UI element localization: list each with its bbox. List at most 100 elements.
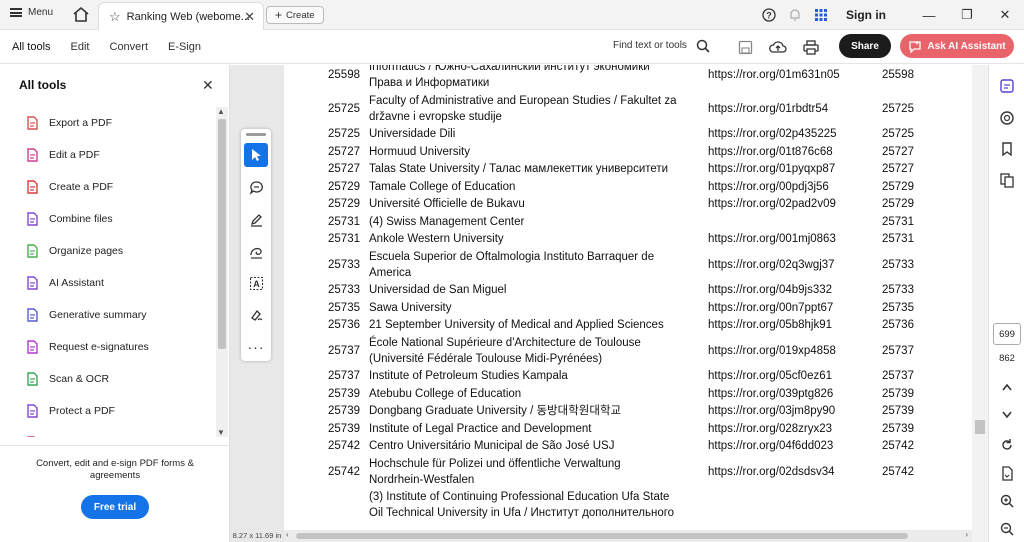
rank-cell: 25739 (328, 422, 360, 435)
bookmark-icon[interactable] (998, 140, 1016, 158)
ror-link-cell[interactable]: https://ror.org/02p435225 (708, 126, 868, 142)
ror-link-cell[interactable]: https://ror.org/01t876c68 (708, 144, 868, 160)
window-close-icon[interactable]: ✕ (986, 0, 1024, 30)
ror-link-cell[interactable]: https://ror.org/01pyqxp87 (708, 161, 868, 177)
sign-in-link[interactable]: Sign in (846, 8, 886, 22)
tool-item[interactable]: AI Assistant (0, 267, 215, 299)
star-icon[interactable]: ☆ (109, 9, 121, 25)
ror-link-cell[interactable]: https://ror.org/02dsdsv34 (708, 464, 868, 480)
comments-icon[interactable] (998, 109, 1016, 127)
zoom-out-icon[interactable] (998, 520, 1016, 538)
tab-convert[interactable]: Convert (110, 41, 149, 53)
ror-link-cell[interactable]: https://ror.org/03jm8py90 (708, 403, 868, 419)
print-icon[interactable] (802, 38, 820, 56)
ror-link-cell[interactable]: https://ror.org/02pad2v09 (708, 196, 868, 212)
help-icon[interactable]: ? (756, 0, 782, 30)
panel-scrollbar[interactable]: ▲ ▼ (216, 107, 228, 437)
ai-summary-icon[interactable] (998, 77, 1016, 95)
scroll-up-icon[interactable]: ▲ (217, 107, 225, 116)
tab-all-tools[interactable]: All tools (12, 41, 51, 53)
institution-cell: Universidad de San Miguel (369, 282, 699, 298)
menu-button[interactable]: Menu (10, 7, 53, 18)
rank-cell: 25729 (328, 198, 360, 210)
save-icon[interactable] (736, 38, 754, 56)
ror-link-cell[interactable]: https://ror.org/00pdj3j56 (708, 179, 868, 195)
vertical-scroll-thumb[interactable] (975, 420, 985, 434)
search-icon[interactable] (696, 39, 710, 53)
title-bar: Menu ☆ Ranking Web (webome... ✕ + Create… (0, 0, 1024, 30)
tool-item[interactable]: Export a PDF (0, 107, 215, 139)
rotate-icon[interactable] (998, 436, 1016, 454)
ror-link-cell[interactable]: https://ror.org/05cf0ez61 (708, 368, 868, 384)
scroll-right-icon[interactable]: › (965, 530, 968, 539)
tool-item[interactable]: Generative summary (0, 299, 215, 331)
tool-item[interactable]: Create a PDF (0, 171, 215, 203)
vertical-scrollbar[interactable] (972, 65, 988, 542)
scroll-left-icon[interactable]: ‹ (286, 530, 289, 539)
text-tool-button[interactable]: A (244, 271, 268, 295)
institution-name-line: École National Supérieure d'Architecture… (369, 336, 641, 349)
ror-link-cell[interactable]: https://ror.org/019xp4858 (708, 343, 868, 359)
find-text-label[interactable]: Find text or tools (613, 40, 687, 51)
apps-grid-icon[interactable] (808, 0, 834, 30)
toolbar-drag-handle[interactable] (246, 133, 266, 136)
highlight-tool-button[interactable] (244, 207, 268, 231)
horizontal-scroll-thumb[interactable] (296, 533, 908, 539)
tool-item[interactable]: Scan & OCR (0, 363, 215, 395)
stamp-tool-button[interactable] (244, 303, 268, 327)
tool-item[interactable]: Organize pages (0, 235, 215, 267)
ror-link-cell[interactable]: https://ror.org/04f6dd023 (708, 438, 868, 454)
restore-icon[interactable]: ❐ (948, 0, 986, 30)
tab-edit[interactable]: Edit (71, 41, 90, 53)
ai-assistant-label: Ask AI Assistant (927, 40, 1006, 52)
ror-link-cell[interactable]: https://ror.org/01rbdtr54 (708, 101, 868, 117)
ror-link-cell[interactable]: https://ror.org/028zryx23 (708, 421, 868, 437)
tool-item[interactable]: Protect a PDF (0, 395, 215, 427)
pages-thumbnails-icon[interactable] (998, 171, 1016, 189)
ask-ai-assistant-button[interactable]: Ask AI Assistant (900, 34, 1014, 58)
cloud-upload-icon[interactable] (769, 38, 787, 56)
notification-bell-icon[interactable] (782, 0, 808, 30)
document-tab[interactable]: ☆ Ranking Web (webome... ✕ (98, 2, 264, 30)
panel-scroll-thumb[interactable] (218, 119, 226, 349)
home-icon[interactable] (72, 6, 90, 24)
draw-tool-button[interactable] (244, 239, 268, 263)
tool-item[interactable]: Combine files (0, 203, 215, 235)
horizontal-scrollbar[interactable]: ‹ › (284, 530, 972, 542)
institution-name-line: Oil Technical University in Ufa / Инстит… (369, 507, 675, 519)
request-esign-icon (27, 340, 38, 354)
tool-item[interactable]: Request e-signatures (0, 331, 215, 363)
minimize-icon[interactable]: — (910, 0, 948, 30)
create-button[interactable]: + Create (266, 6, 324, 24)
fit-page-icon[interactable] (998, 464, 1016, 482)
tab-esign[interactable]: E-Sign (168, 41, 201, 53)
scroll-down-icon[interactable]: ▼ (217, 428, 225, 437)
select-tool-button[interactable] (244, 143, 268, 167)
share-button[interactable]: Share (839, 34, 891, 58)
next-page-icon[interactable] (998, 406, 1016, 424)
panel-close-icon[interactable]: ✕ (202, 77, 214, 94)
tool-item[interactable]: Edit a PDF (0, 139, 215, 171)
ror-link-cell[interactable]: https://ror.org/00n7ppt67 (708, 300, 868, 316)
zoom-in-icon[interactable] (998, 492, 1016, 510)
ror-link-cell[interactable]: https://ror.org/05b8hjk91 (708, 317, 868, 333)
previous-page-icon[interactable] (998, 378, 1016, 396)
ai-assistant-icon (909, 40, 922, 53)
svg-text:A: A (253, 279, 260, 289)
ror-link-cell[interactable]: https://ror.org/01m631n05 (708, 67, 868, 83)
ror-link-cell[interactable]: https://ror.org/039ptg826 (708, 386, 868, 402)
tab-close-icon[interactable]: ✕ (244, 9, 255, 25)
comment-tool-button[interactable] (244, 175, 268, 199)
rank-cell: 25737 (328, 344, 360, 357)
free-trial-button[interactable]: Free trial (81, 495, 149, 519)
rank-secondary-cell: 25731 (882, 233, 914, 245)
tool-item[interactable]: Redact a PDF (0, 427, 215, 437)
ror-link-cell[interactable]: https://ror.org/04b9js332 (708, 282, 868, 298)
rank-secondary-cell: 25739 (882, 387, 914, 400)
more-tools-button[interactable]: ··· (244, 335, 268, 359)
ror-link-cell[interactable]: https://ror.org/02q3wgj37 (708, 257, 868, 273)
current-page-input[interactable]: 699 (993, 323, 1021, 345)
pdf-page[interactable]: 25598 Informatics / Южно-Сахалинский инст… (284, 65, 972, 530)
ror-link-cell[interactable]: https://ror.org/001mj0863 (708, 231, 868, 247)
table-row: 25725 Faculty of Administrative and Europ… (284, 93, 972, 127)
